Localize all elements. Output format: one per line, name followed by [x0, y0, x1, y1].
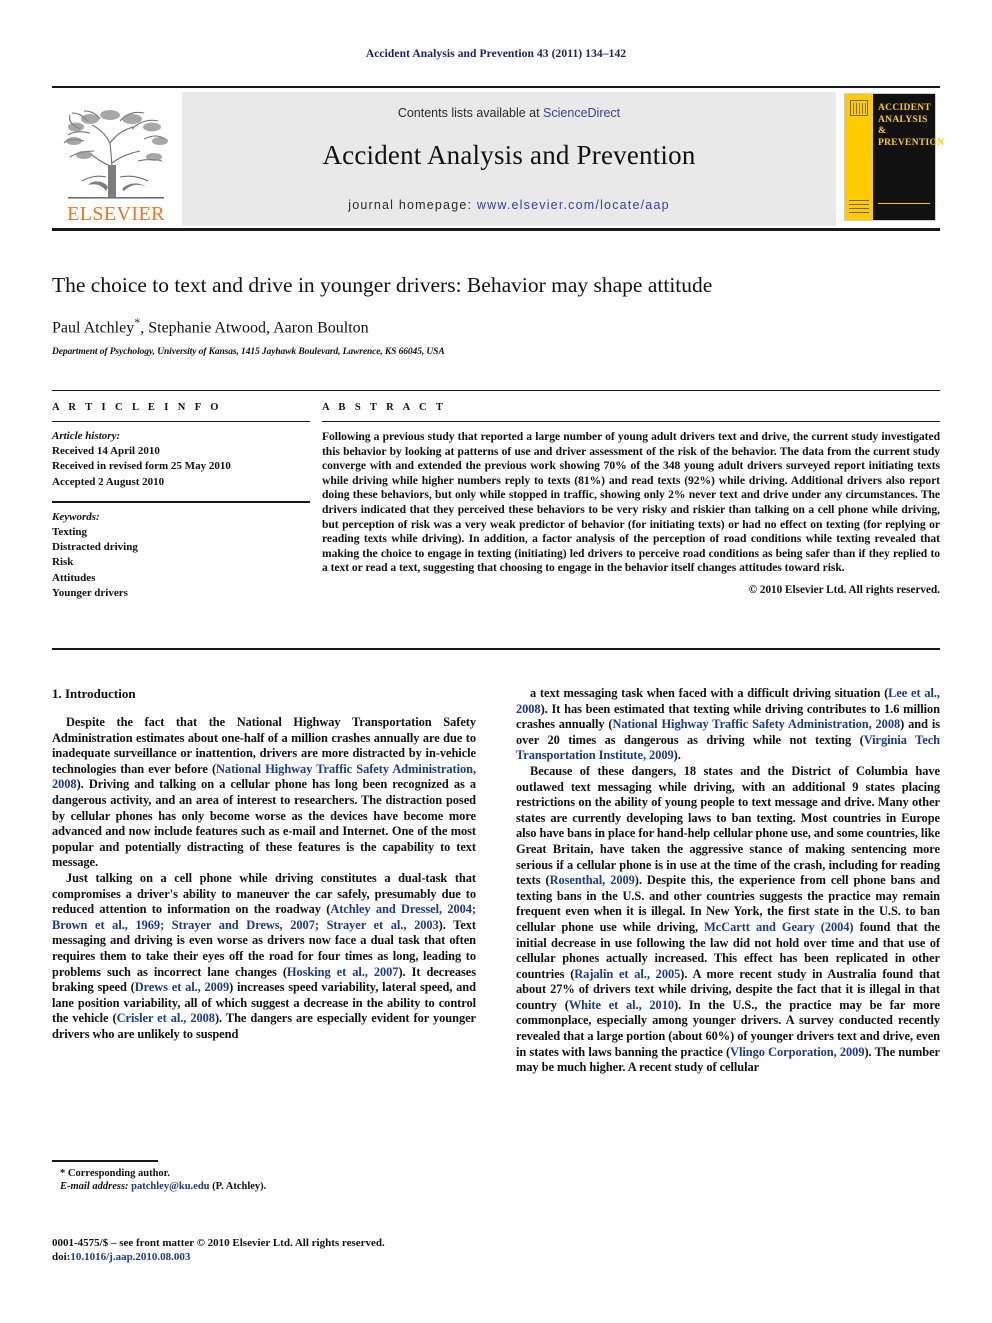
footnote-block: * Corresponding author. E-mail address: … [52, 1160, 476, 1194]
cover-title-line-1: ACCIDENT [878, 103, 932, 113]
keywords-label: Keywords: [52, 510, 100, 523]
info-abstract-bottom-rule [52, 648, 940, 650]
journal-cover-thumbnail: ACCIDENT ANALYSIS & PREVENTION [840, 92, 945, 226]
masthead-bottom-rule [52, 228, 940, 231]
elsevier-wordmark: ELSEVIER [67, 203, 165, 225]
cover-publisher-icon [850, 100, 868, 116]
abstract-divider [322, 421, 940, 422]
affiliation: Department of Psychology, University of … [52, 347, 445, 358]
journal-homepage-line: journal homepage: www.elsevier.com/locat… [182, 198, 836, 212]
author-rest: , Stephanie Atwood, Aaron Boulton [140, 319, 369, 337]
author-primary: Paul Atchley [52, 319, 135, 337]
right-paragraphs-container: a text messaging task when faced with a … [516, 686, 940, 1076]
footer-issn-block: 0001-4575/$ – see front matter © 2010 El… [52, 1236, 522, 1264]
keyword-item: Attitudes [52, 571, 96, 584]
page-title: The choice to text and drive in younger … [52, 273, 713, 297]
info-abstract-block: A R T I C L E I N F O Article history: R… [52, 390, 940, 601]
body-paragraph: Just talking on a cell phone while drivi… [52, 871, 476, 1043]
cover-footer-mark [849, 199, 869, 213]
journal-title: Accident Analysis and Prevention [322, 140, 696, 170]
article-history-received: Received 14 April 2010 [52, 445, 160, 458]
cover-title-line-3: & [878, 126, 887, 136]
abstract-text: Following a previous study that reported… [322, 430, 940, 575]
citation-link[interactable]: Vlingo Corporation, 2009 [730, 1045, 864, 1059]
body-paragraph: Because of these dangers, 18 states and … [516, 764, 940, 1076]
article-history-revised: Received in revised form 25 May 2010 [52, 460, 231, 473]
article-info-heading: A R T I C L E I N F O [52, 402, 222, 413]
keyword-item: Younger drivers [52, 586, 128, 599]
body-text: ). [673, 748, 681, 763]
citation-link[interactable]: National Highway Traffic Safety Administ… [613, 717, 901, 731]
body-column-right: a text messaging task when faced with a … [516, 686, 940, 1076]
citation-link[interactable]: Drews et al., 2009 [135, 980, 229, 994]
cover-title-line-4: PREVENTION [878, 137, 945, 148]
left-paragraphs-container: Despite the fact that the National Highw… [52, 715, 476, 1042]
journal-homepage-link[interactable]: www.elsevier.com/locate/aap [477, 198, 670, 212]
section-heading-introduction: 1. Introduction [52, 686, 136, 701]
citation-link[interactable]: White et al., 2010 [569, 998, 674, 1012]
info-divider-top [52, 421, 310, 422]
elsevier-logo: ELSEVIER [52, 92, 180, 226]
title-block: The choice to text and drive in younger … [52, 272, 940, 357]
body-text: a text messaging task when faced with a … [530, 686, 889, 700]
citation-link[interactable]: Rosenthal, 2009 [550, 873, 635, 887]
sciencedirect-link[interactable]: ScienceDirect [543, 106, 620, 120]
abstract-heading: A B S T R A C T [322, 402, 447, 413]
citation-link[interactable]: Crisler et al., 2008 [117, 1011, 215, 1025]
paper-page: Accident Analysis and Prevention 43 (201… [0, 0, 992, 1323]
keyword-item: Texting [52, 526, 88, 539]
footnote-rule [52, 1160, 158, 1162]
keyword-item: Distracted driving [52, 541, 138, 554]
homepage-prefix: journal homepage: [348, 198, 477, 212]
running-head: Accident Analysis and Prevention 43 (201… [365, 48, 627, 60]
journal-masthead: ELSEVIER Contents lists available at Sci… [52, 86, 945, 226]
doi-line: doi:10.1016/j.aap.2010.08.003 [52, 1250, 522, 1264]
cover-title-text: ACCIDENT ANALYSIS & PREVENTION [878, 103, 945, 149]
body-text: Because of these dangers, 18 states and … [516, 763, 941, 888]
body-column-left: 1. Introduction Despite the fact that th… [52, 686, 476, 1076]
cover-title-line-2: ANALYSIS [878, 114, 928, 125]
contents-available-line: Contents lists available at ScienceDirec… [182, 106, 836, 120]
info-divider-middle [52, 500, 310, 503]
body-paragraph: a text messaging task when faced with a … [516, 686, 940, 764]
contents-prefix: Contents lists available at [397, 106, 544, 120]
article-info-column: A R T I C L E I N F O Article history: R… [52, 402, 310, 601]
issn-line: 0001-4575/$ – see front matter © 2010 El… [52, 1237, 385, 1249]
corresponding-author-note: * Corresponding author. [60, 1167, 170, 1179]
elsevier-tree-icon [63, 110, 168, 199]
article-history-label: Article history: [52, 430, 121, 442]
abstract-copyright: © 2010 Elsevier Ltd. All rights reserved… [748, 583, 940, 596]
body-paragraph: Despite the fact that the National Highw… [52, 715, 476, 871]
author-list: Paul Atchley*, Stephanie Atwood, Aaron B… [52, 312, 940, 338]
email-link[interactable]: patchley@ku.edu [131, 1181, 209, 1192]
article-history-accepted: Accepted 2 August 2010 [52, 475, 165, 488]
abstract-column: A B S T R A C T Following a previous stu… [310, 402, 940, 601]
body-text: ). Driving and talking on a cellular pho… [52, 777, 476, 870]
citation-link[interactable]: Rajalin et al., 2005 [574, 967, 680, 981]
email-note: E-mail address: patchley@ku.edu (P. Atch… [52, 1180, 476, 1194]
body-columns: 1. Introduction Despite the fact that th… [52, 686, 940, 1076]
citation-link[interactable]: McCartt and Geary (2004) [704, 920, 853, 934]
doi-label: doi: [52, 1251, 71, 1263]
citation-link[interactable]: Hosking et al., 2007 [287, 965, 399, 979]
doi-link[interactable]: 10.1016/j.aap.2010.08.003 [70, 1251, 190, 1263]
journal-band: Contents lists available at ScienceDirec… [182, 92, 836, 226]
email-suffix: (P. Atchley). [209, 1181, 267, 1192]
keyword-item: Risk [52, 556, 74, 569]
email-label: E-mail address: [60, 1181, 132, 1192]
cover-rule [878, 203, 930, 204]
